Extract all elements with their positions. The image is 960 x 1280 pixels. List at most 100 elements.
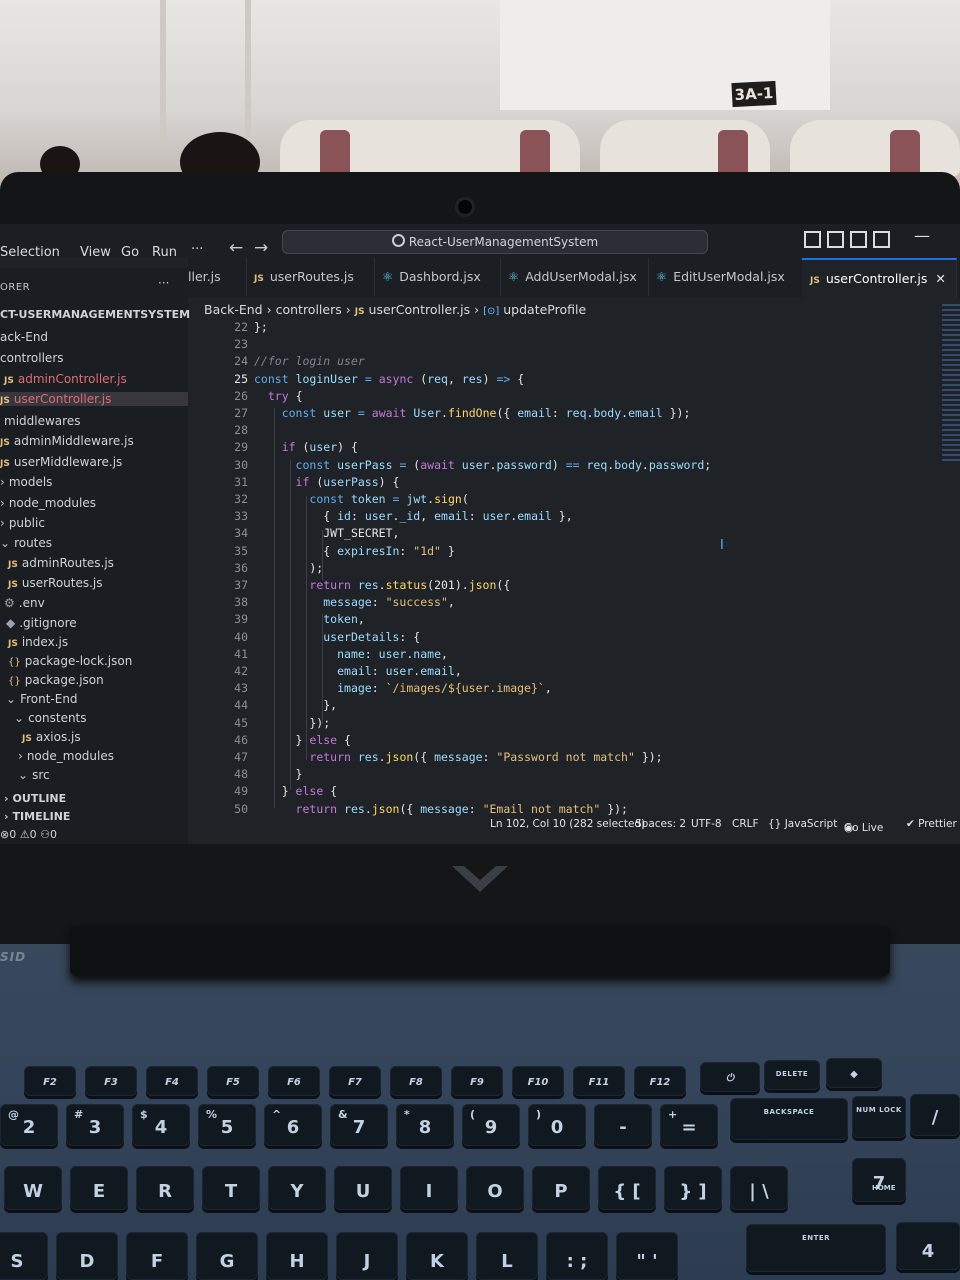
explorer-more-icon[interactable]: ···: [158, 276, 169, 290]
key-q-row-0[interactable]: W: [4, 1166, 62, 1210]
key-6[interactable]: * 8: [396, 1104, 454, 1146]
folder-front-end[interactable]: ⌄ Front-End: [6, 692, 78, 706]
code-line[interactable]: const userPass = (await user.password) =…: [254, 458, 712, 472]
key-0[interactable]: @2: [0, 1104, 58, 1146]
code-line[interactable]: return res.status(201).json({: [254, 578, 510, 592]
key-q-row-2[interactable]: R: [136, 1166, 194, 1210]
breadcrumb-controllers[interactable]: controllers: [276, 302, 342, 317]
language-mode[interactable]: {} JavaScript: [768, 818, 837, 830]
minimize-button[interactable]: —: [914, 226, 930, 245]
line-ending[interactable]: CRLF: [732, 818, 759, 830]
key-numpad-slash[interactable]: /: [910, 1094, 960, 1136]
key-8[interactable]: ) 0: [528, 1104, 586, 1146]
key-a-row-6[interactable]: K: [406, 1232, 468, 1280]
key-5[interactable]: & 7: [330, 1104, 388, 1146]
file-admin-routes[interactable]: JS adminRoutes.js: [8, 556, 114, 570]
prettier-status[interactable]: ✔ Prettier: [906, 818, 957, 830]
key-9[interactable]: -: [594, 1104, 652, 1146]
key-f6[interactable]: F6: [268, 1066, 320, 1096]
code-line[interactable]: token,: [254, 612, 365, 626]
code-line[interactable]: userDetails: {: [254, 630, 420, 644]
code-line[interactable]: JWT_SECRET,: [254, 526, 399, 540]
back-arrow-icon[interactable]: ←: [229, 238, 243, 258]
folder-controllers[interactable]: controllers: [0, 351, 64, 365]
key-q-row-10[interactable]: } ]: [664, 1166, 722, 1210]
outline-section[interactable]: › OUTLINE: [4, 792, 66, 805]
folder-front-node-modules[interactable]: › node_modules: [18, 749, 114, 763]
file-axios[interactable]: JS axios.js: [22, 730, 81, 744]
menu-more-icon[interactable]: ···: [191, 242, 203, 257]
folder-src[interactable]: ⌄ src: [18, 768, 50, 782]
folder-public[interactable]: › public: [0, 516, 45, 530]
key-f4[interactable]: F4: [146, 1066, 198, 1096]
key-f12-alt[interactable]: ◆: [826, 1058, 882, 1088]
code-line[interactable]: //for login user: [254, 354, 365, 368]
key-f7[interactable]: F7: [329, 1066, 381, 1096]
code-line[interactable]: if (userPass) {: [254, 475, 400, 489]
tab-user-controller[interactable]: JS userController.js ✕: [802, 258, 957, 298]
key-a-row-1[interactable]: D: [56, 1232, 118, 1280]
file-user-controller[interactable]: JS userController.js: [0, 392, 188, 406]
key-f11[interactable]: F11: [573, 1066, 625, 1096]
key-f8[interactable]: F8: [390, 1066, 442, 1096]
code-line[interactable]: message: "success",: [254, 595, 455, 609]
breadcrumb-file[interactable]: userController.js: [369, 302, 471, 317]
key-3[interactable]: % 5: [198, 1104, 256, 1146]
folder-constents[interactable]: ⌄ constents: [14, 711, 87, 725]
key-q-row-11[interactable]: | \: [730, 1166, 788, 1210]
code-line[interactable]: );: [254, 561, 323, 575]
cursor-position[interactable]: Ln 102, Col 10 (282 selected): [490, 818, 645, 830]
key-a-row-3[interactable]: G: [196, 1232, 258, 1280]
key-10[interactable]: + =: [660, 1104, 718, 1146]
key-a-row-0[interactable]: S: [0, 1232, 48, 1280]
key-q-row-7[interactable]: O: [466, 1166, 524, 1210]
key-enter[interactable]: ENTER: [746, 1224, 886, 1272]
tab-add-user-modal[interactable]: ⚛ AddUserModal.jsx: [500, 258, 649, 296]
tab-user-routes[interactable]: JS userRoutes.js: [246, 258, 375, 296]
key-f3[interactable]: F3: [85, 1066, 137, 1096]
toggle-panel-icon[interactable]: [827, 231, 844, 248]
folder-back-end[interactable]: ack-End: [0, 330, 48, 344]
code-line[interactable]: try {: [254, 389, 303, 403]
key-f10[interactable]: F10: [512, 1066, 564, 1096]
folder-routes[interactable]: ⌄ routes: [0, 536, 52, 550]
file-user-routes[interactable]: JS userRoutes.js: [8, 576, 103, 590]
folder-node-modules[interactable]: › node_modules: [0, 496, 96, 510]
folder-middlewares[interactable]: middlewares: [4, 414, 80, 428]
code-line[interactable]: }: [254, 767, 303, 781]
code-line[interactable]: });: [254, 716, 330, 730]
minimap[interactable]: [942, 304, 960, 464]
code-line[interactable]: image: `/images/${user.image}`,: [254, 681, 552, 695]
code-line[interactable]: { id: user._id, email: user.email },: [254, 509, 572, 523]
command-center-search[interactable]: React-UserManagementSystem: [282, 230, 708, 254]
key-num-lock[interactable]: NUM LOCK: [852, 1096, 906, 1138]
key-q-row-5[interactable]: U: [334, 1166, 392, 1210]
key-7[interactable]: (9: [462, 1104, 520, 1146]
key-power[interactable]: ⏻: [700, 1062, 760, 1092]
toggle-secondary-sidebar-icon[interactable]: [850, 231, 867, 248]
key-delete[interactable]: DELETE: [764, 1060, 820, 1090]
code-line[interactable]: email: user.email,: [254, 664, 462, 678]
file-package-json[interactable]: {} package.json: [8, 673, 104, 687]
code-editor[interactable]: 22 23 24 25 26 27 28 29 30 31 32 33 34 35 36 37 38 39 40 41…: [188, 320, 960, 820]
code-line[interactable]: const user = await User.findOne({ email:…: [254, 406, 691, 420]
tab-ller-js[interactable]: ller.js: [188, 258, 247, 296]
forward-arrow-icon[interactable]: →: [254, 238, 268, 258]
file-gitignore[interactable]: ◆ .gitignore: [6, 616, 77, 630]
code-line[interactable]: },: [254, 698, 337, 712]
key-q-row-9[interactable]: { [: [598, 1166, 656, 1210]
problems-status[interactable]: ⊗0 ⚠0 ⚇0: [0, 828, 57, 841]
folder-models[interactable]: › models: [0, 475, 52, 489]
menu-item-go[interactable]: Go: [121, 245, 139, 260]
file-package-lock[interactable]: {} package-lock.json: [8, 654, 132, 668]
menu-item-run[interactable]: Run: [152, 245, 177, 260]
code-line[interactable]: };: [254, 320, 268, 334]
timeline-section[interactable]: › TIMELINE: [4, 810, 70, 823]
toggle-sidebar-icon[interactable]: [804, 231, 821, 248]
key-f12[interactable]: F12: [634, 1066, 686, 1096]
key-f2[interactable]: F2: [24, 1066, 76, 1096]
menu-item-selection[interactable]: Selection: [0, 245, 60, 260]
key-f5[interactable]: F5: [207, 1066, 259, 1096]
customize-layout-icon[interactable]: [873, 231, 890, 248]
key-q-row-6[interactable]: I: [400, 1166, 458, 1210]
